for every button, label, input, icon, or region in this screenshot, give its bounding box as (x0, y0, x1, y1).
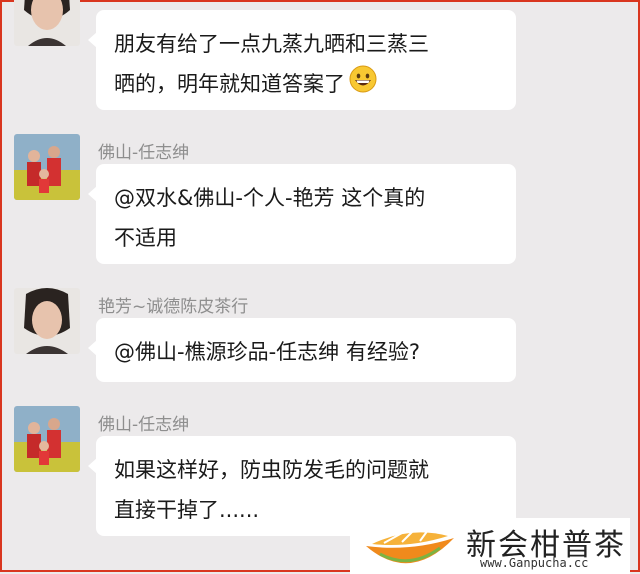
brand-url[interactable]: www.Ganpucha.cc (480, 556, 588, 570)
brand-watermark: 新会柑普茶 www.Ganpucha.cc (350, 518, 630, 574)
message-bubble[interactable]: 朋友有给了一点九蒸九晒和三蒸三 晒的，明年就知道答案了 (88, 10, 516, 110)
avatar[interactable] (14, 134, 80, 200)
avatar[interactable] (14, 0, 80, 46)
message-bubble[interactable]: @双水&佛山-个人-艳芳 这个真的 不适用 (88, 164, 516, 264)
grinning-face-icon (349, 65, 377, 106)
message-text-line: 朋友有给了一点九蒸九晒和三蒸三 (114, 32, 429, 56)
sender-name: 佛山-任志绅 (98, 415, 190, 435)
message-bubble[interactable]: @佛山-樵源珍品-任志绅 有经验? (88, 318, 516, 382)
sender-name: 佛山-任志绅 (98, 143, 190, 163)
sender-name: 艳芳~诚德陈皮茶行 (98, 297, 249, 317)
message-text-line: @双水&佛山-个人-艳芳 这个真的 (114, 186, 426, 210)
avatar[interactable] (14, 406, 80, 472)
orange-slice-logo-icon (362, 524, 458, 572)
message-text-line: 晒的，明年就知道答案了 (114, 72, 345, 96)
message-text-line: @佛山-樵源珍品-任志绅 有经验? (114, 340, 420, 364)
avatar[interactable] (14, 288, 80, 354)
message-text-line: 如果这样好，防虫防发毛的问题就 (114, 458, 429, 482)
message-text-line: 不适用 (114, 226, 177, 250)
